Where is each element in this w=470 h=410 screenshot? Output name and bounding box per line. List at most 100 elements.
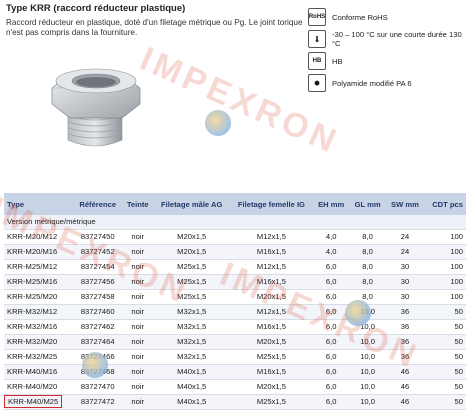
watermark-globe-icon bbox=[205, 110, 231, 136]
table-cell: M25x1,5 bbox=[153, 289, 230, 305]
flame-icon: HB bbox=[308, 52, 326, 70]
table-cell: noir bbox=[121, 289, 154, 305]
table-cell: 83727458 bbox=[73, 289, 122, 305]
table-cell: noir bbox=[121, 379, 154, 395]
table-cell: 83727456 bbox=[73, 274, 122, 290]
table-cell: 10,0 bbox=[349, 364, 386, 380]
page-title: Type KRR (raccord réducteur plastique) bbox=[6, 3, 186, 14]
table-cell: M12x1,5 bbox=[229, 229, 313, 245]
table-cell: 83727470 bbox=[73, 379, 122, 395]
spec-item: 🌡 -30 – 100 °C sur une courte durée 130 … bbox=[308, 30, 468, 48]
product-table: Type Référence Teinte Filetage mâle AG F… bbox=[4, 193, 466, 410]
cell-type: KRR-M32/M20 bbox=[4, 334, 74, 350]
product-description: Raccord réducteur en plastique, doté d'u… bbox=[6, 18, 303, 37]
spec-text: Polyamide modifié PA 6 bbox=[332, 78, 412, 88]
table-row: KRR-M32/M2583727466noirM32x1,5M25x1,56,0… bbox=[4, 349, 466, 365]
table-cell: noir bbox=[121, 334, 154, 350]
table-row: KRR-M25/M12 83727454 noir M25x1,5 M12x1,5 6,0… bbox=[4, 259, 466, 275]
table-cell: M16x1,5 bbox=[229, 319, 313, 335]
cell-type: KRR-M25/M12 bbox=[4, 259, 74, 275]
table-cell: 6,0 bbox=[312, 394, 350, 410]
table-cell: 8,0 bbox=[349, 244, 386, 260]
table-row: KRR-M25/M20 83727458 noir M25x1,5 M20x1,5 6,0… bbox=[4, 289, 466, 305]
table-cell: 100 bbox=[424, 244, 466, 260]
table-cell: 8,0 bbox=[349, 274, 386, 290]
table-cell: 100 bbox=[424, 259, 466, 275]
table-cell: 8,0 bbox=[349, 259, 386, 275]
table-cell: M12x1,5 bbox=[229, 259, 313, 275]
highlighted-type: KRR-M40/M25 bbox=[4, 395, 63, 408]
table-cell: M32x1,5 bbox=[153, 319, 230, 335]
table-cell: 83727462 bbox=[73, 319, 122, 335]
table-cell: 6,0 bbox=[312, 349, 350, 365]
table-cell: M25x1,5 bbox=[229, 349, 313, 365]
table-row: KRR-M20/M12 83727450 noir M20x1,5 M12x1,5 4,0… bbox=[4, 229, 466, 245]
spec-text: Conforme RoHS bbox=[332, 12, 388, 22]
table-cell: 83727454 bbox=[73, 259, 122, 275]
col-header: GL mm bbox=[349, 193, 386, 215]
table-cell: 30 bbox=[385, 289, 425, 305]
table-cell: 6,0 bbox=[312, 334, 350, 350]
cell-type: KRR-M40/M20 bbox=[4, 379, 74, 395]
table-cell: 6,0 bbox=[312, 379, 350, 395]
table-row: KRR-M40/M20 83727470 noir M40x1,5 M20x1,5 6,0… bbox=[4, 379, 466, 395]
spec-list: RoHS Conforme RoHS 🌡 -30 – 100 °C sur un… bbox=[308, 8, 468, 96]
table-cell: noir bbox=[121, 394, 154, 410]
table-cell: 36 bbox=[385, 304, 425, 320]
cell-type: KRR-M32/M12 bbox=[4, 304, 74, 320]
table-row: KRR-M32/M12 83727460 noir M32x1,5 M12x1,5 6,0… bbox=[4, 304, 466, 320]
table-cell: 36 bbox=[385, 334, 425, 350]
table-cell: M40x1,5 bbox=[153, 364, 230, 380]
spec-item: RoHS Conforme RoHS bbox=[308, 8, 468, 26]
table-cell: noir bbox=[121, 349, 154, 365]
cell-type: KRR-M40/M25 bbox=[4, 394, 74, 410]
table-cell: 83727460 bbox=[73, 304, 122, 320]
table-cell: noir bbox=[121, 364, 154, 380]
table-cell: 50 bbox=[424, 349, 466, 365]
cell-type: KRR-M20/M16 bbox=[4, 244, 74, 260]
table-cell: 6,0 bbox=[312, 259, 350, 275]
table-cell: 50 bbox=[424, 379, 466, 395]
table-row: KRR-M32/M16 83727462 noir M32x1,5 M16x1,5 6,0… bbox=[4, 319, 466, 335]
col-header: Filetage mâle AG bbox=[153, 193, 230, 215]
cell-type: KRR-M25/M16 bbox=[4, 274, 74, 290]
table-cell: 4,0 bbox=[312, 229, 350, 245]
cell-type: KRR-M20/M12 bbox=[4, 229, 74, 245]
table-cell: 30 bbox=[385, 274, 425, 290]
table-header-row: Type Référence Teinte Filetage mâle AG F… bbox=[4, 193, 466, 215]
table-cell: M20x1,5 bbox=[229, 334, 313, 350]
table-cell: noir bbox=[121, 259, 154, 275]
cell-type: KRR-M40/M16 bbox=[4, 364, 74, 380]
table-cell: 36 bbox=[385, 319, 425, 335]
table-row: KRR-M32/M20 83727464 noir M32x1,5 M20x1,5 6,0… bbox=[4, 334, 466, 350]
table-cell: 100 bbox=[424, 229, 466, 245]
table-cell: M20x1,5 bbox=[229, 379, 313, 395]
col-header: EH mm bbox=[312, 193, 350, 215]
table-cell: 6,0 bbox=[312, 364, 350, 380]
table-cell: 83727472 bbox=[73, 394, 122, 410]
cell-type: KRR-M32/M25 bbox=[4, 349, 74, 365]
table-cell: 83727452 bbox=[73, 244, 122, 260]
col-header: CDT pcs bbox=[424, 193, 466, 215]
thermometer-icon: 🌡 bbox=[308, 30, 326, 48]
table-cell: M20x1,5 bbox=[229, 289, 313, 305]
spec-item: ⬢ Polyamide modifié PA 6 bbox=[308, 74, 468, 92]
col-header: Référence bbox=[73, 193, 122, 215]
table-cell: noir bbox=[121, 244, 154, 260]
table-row: KRR-M40/M1683727468noirM40x1,5M16x1,56,0… bbox=[4, 364, 466, 380]
table-cell: 6,0 bbox=[312, 289, 350, 305]
table-cell: 10,0 bbox=[349, 334, 386, 350]
table-cell: M40x1,5 bbox=[153, 379, 230, 395]
table-cell: 50 bbox=[424, 319, 466, 335]
table-cell: 24 bbox=[385, 244, 425, 260]
table-cell: 6,0 bbox=[312, 304, 350, 320]
table-cell: 10,0 bbox=[349, 394, 386, 410]
col-header: Type bbox=[4, 193, 74, 215]
table-cell: noir bbox=[121, 229, 154, 245]
spec-item: HB HB bbox=[308, 52, 468, 70]
cell-type: KRR-M32/M16 bbox=[4, 319, 74, 335]
rohs-icon: RoHS bbox=[308, 8, 326, 26]
table-cell: 46 bbox=[385, 394, 425, 410]
table-cell: 83727450 bbox=[73, 229, 122, 245]
table-row: KRR-M20/M16 83727452 noir M20x1,5 M16x1,5 4,0… bbox=[4, 244, 466, 260]
